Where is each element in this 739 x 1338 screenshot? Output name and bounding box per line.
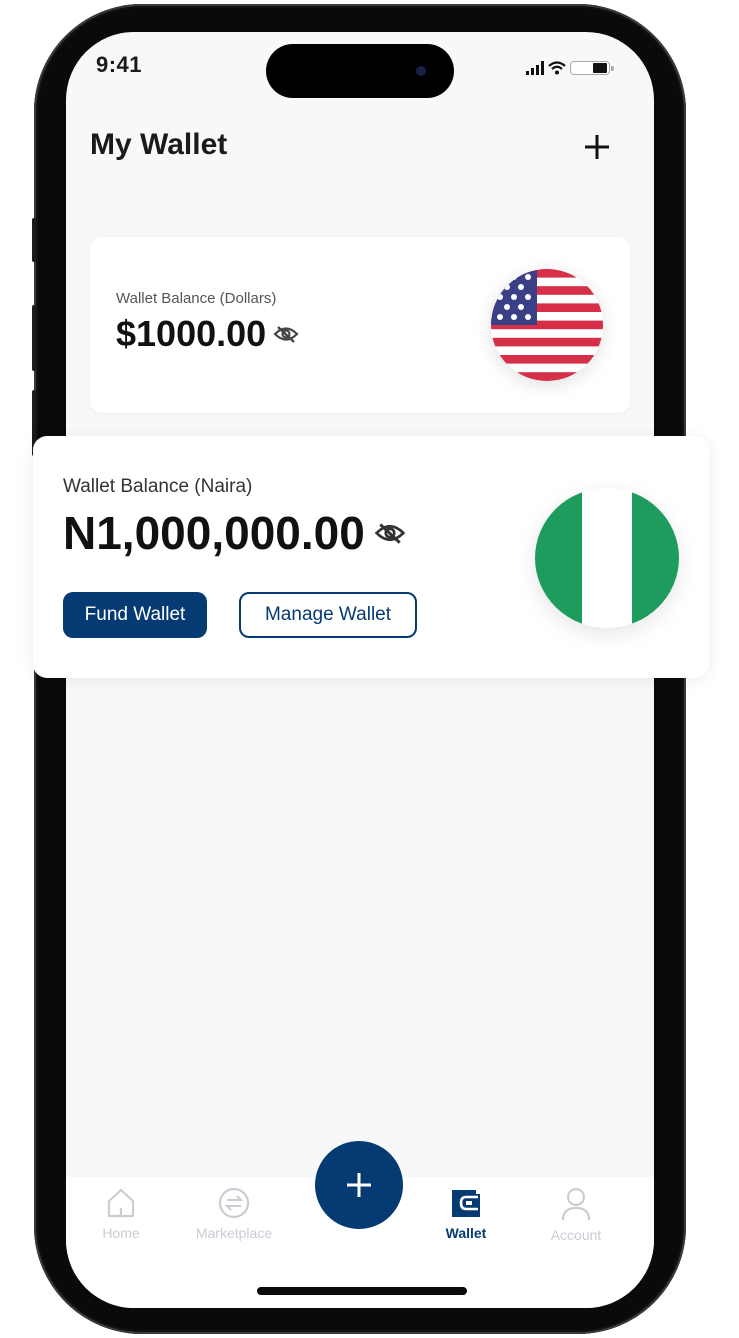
- wallet-balance-amount: $1000.00: [116, 313, 300, 355]
- us-flag: [491, 269, 603, 381]
- wallet-icon: [452, 1190, 480, 1217]
- flag-stripe-green-right: [631, 488, 679, 628]
- nav-item-wallet[interactable]: Wallet: [411, 1187, 521, 1241]
- nav-label: Home: [102, 1225, 140, 1241]
- nav-label: Account: [550, 1227, 602, 1243]
- front-camera: [416, 66, 426, 76]
- wallet-balance-amount: N1,000,000.00: [63, 506, 407, 560]
- fund-wallet-button[interactable]: Fund Wallet: [63, 592, 207, 638]
- nav-label: Wallet: [445, 1225, 487, 1241]
- us-flag-graphic: [491, 269, 603, 381]
- wallet-balance-label: Wallet Balance (Naira): [63, 476, 253, 497]
- eye-off-icon[interactable]: [272, 323, 300, 345]
- manage-wallet-button[interactable]: Manage Wallet: [239, 592, 417, 638]
- user-icon: [561, 1187, 591, 1221]
- nigeria-flag: [535, 488, 679, 628]
- dynamic-island: [266, 44, 454, 98]
- wallet-card-naira[interactable]: Wallet Balance (Naira) N1,000,000.00 Fun…: [33, 436, 709, 678]
- wallet-card-dollars[interactable]: Wallet Balance (Dollars) $1000.00: [90, 237, 630, 413]
- flag-stripe-white: [582, 488, 632, 628]
- wallet-balance-label: Wallet Balance (Dollars): [116, 290, 277, 307]
- nav-label: Marketplace: [195, 1225, 273, 1241]
- quick-action-button[interactable]: [315, 1141, 403, 1229]
- exchange-icon: [218, 1187, 250, 1219]
- plus-icon: [585, 135, 609, 159]
- balance-value: $1000.00: [116, 313, 267, 354]
- nav-item-account[interactable]: Account: [521, 1187, 631, 1243]
- flag-stripe-green-left: [535, 488, 583, 628]
- volume-up-button: [32, 305, 36, 371]
- wifi-icon: [548, 61, 566, 75]
- eye-off-icon[interactable]: [373, 519, 407, 547]
- status-time: 9:41: [96, 52, 143, 77]
- page-title: My Wallet: [90, 128, 228, 161]
- cellular-signal-icon: [526, 61, 544, 75]
- battery-icon: [570, 61, 614, 75]
- plus-icon: [347, 1173, 371, 1197]
- home-indicator[interactable]: [257, 1287, 467, 1295]
- action-button: [32, 218, 36, 262]
- home-icon: [107, 1188, 135, 1218]
- balance-value: N1,000,000.00: [63, 507, 365, 559]
- add-wallet-button[interactable]: [580, 130, 614, 164]
- nav-item-marketplace[interactable]: Marketplace: [179, 1187, 289, 1241]
- nav-item-home[interactable]: Home: [66, 1187, 176, 1241]
- app-stage: 9:41 My Wallet Wallet Balance (Dollars) …: [0, 0, 739, 1338]
- status-icons: [526, 57, 614, 75]
